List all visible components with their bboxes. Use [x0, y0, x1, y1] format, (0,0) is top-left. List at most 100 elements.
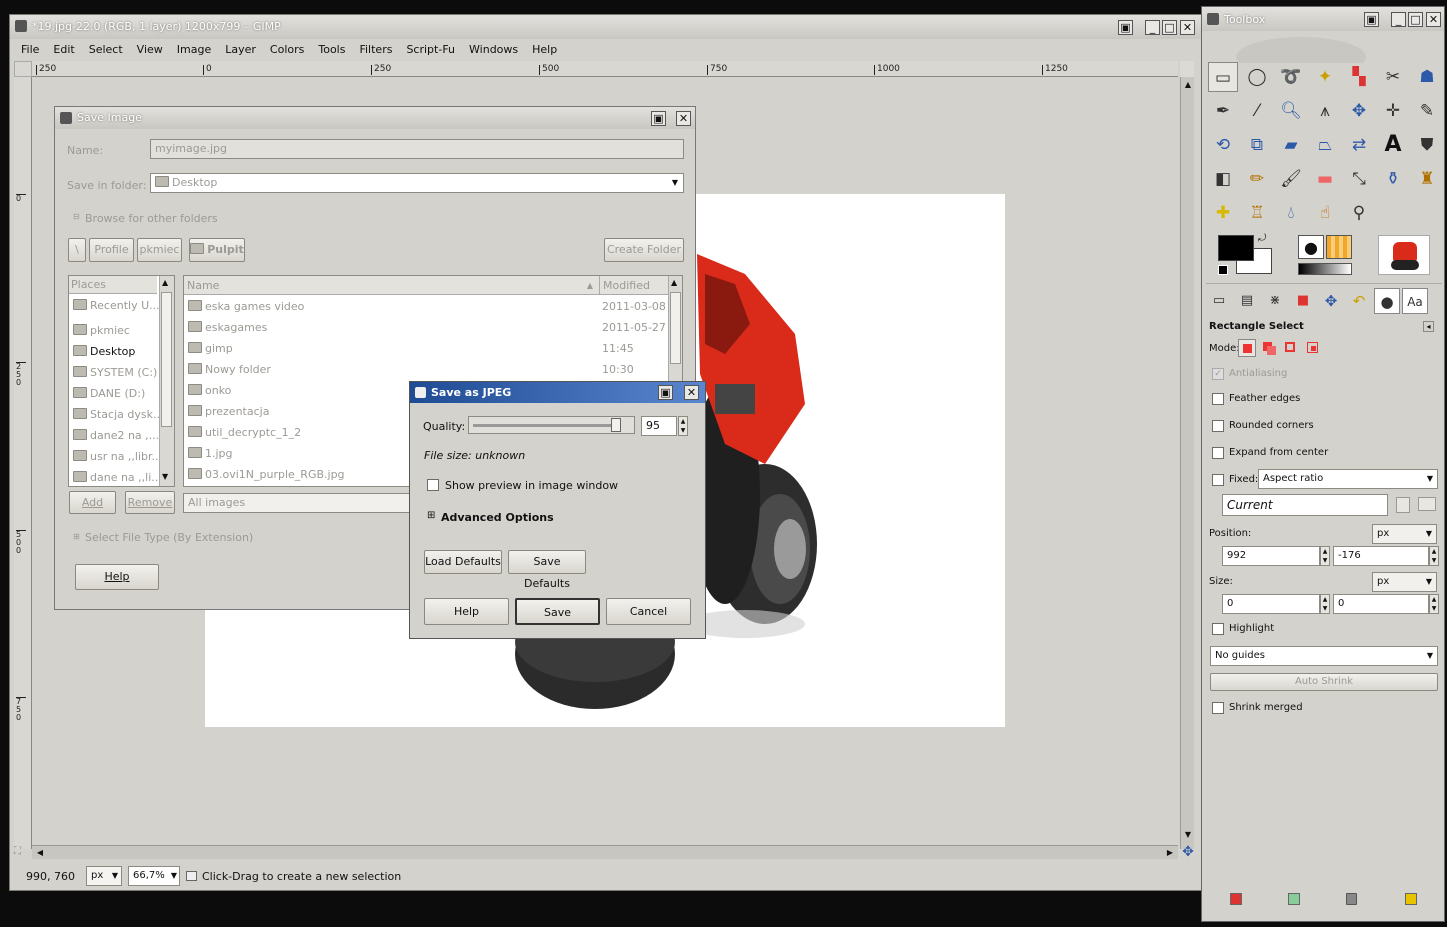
zoom-toggle-icon[interactable]: ⛶ [14, 845, 30, 859]
position-y-input[interactable]: -176 [1333, 546, 1429, 566]
scroll-left-icon[interactable]: ◀ [34, 846, 46, 859]
paintbrush-icon[interactable]: 🖌︎ [1276, 164, 1306, 194]
tool-options-tab[interactable]: ▭ [1206, 288, 1232, 314]
wilber-banner[interactable] [1206, 33, 1442, 63]
ink-icon[interactable]: ⚱ [1378, 164, 1408, 194]
position-x-input[interactable]: 992 [1222, 546, 1320, 566]
align-icon[interactable]: ✛ [1378, 96, 1408, 126]
maximize-button[interactable]: □ [1162, 20, 1177, 35]
ellipse-select-tool[interactable]: ◯ [1242, 62, 1272, 92]
menu-edit[interactable]: Edit [46, 40, 81, 60]
dodge-burn-icon[interactable]: ⚲ [1344, 198, 1374, 228]
close-button[interactable]: ✕ [684, 385, 699, 400]
fixed-mode-select[interactable]: Aspect ratio ▼ [1258, 469, 1438, 489]
cancel-op-icon[interactable] [186, 871, 197, 881]
reset-options-icon[interactable] [1405, 893, 1417, 905]
rotate-icon[interactable]: ⟲ [1208, 130, 1238, 160]
highlight-label[interactable]: Highlight [1229, 623, 1274, 634]
menu-filters[interactable]: Filters [352, 40, 399, 60]
close-button[interactable]: ✕ [676, 111, 691, 126]
save-defaults-button[interactable]: Save Defaults [508, 550, 586, 590]
quality-spin-buttons[interactable]: ▲ ▼ [678, 416, 688, 436]
add-place-button[interactable]: Add [69, 491, 116, 514]
path-root-button[interactable]: \ [68, 238, 86, 262]
file-type-expander[interactable]: Select File Type (By Extension) [85, 531, 253, 544]
flip-icon[interactable]: ⇄ [1344, 130, 1374, 160]
save-options-icon[interactable] [1230, 893, 1242, 905]
shrink-merged-label[interactable]: Shrink merged [1229, 702, 1303, 713]
eraser-icon[interactable]: ▬ [1310, 164, 1340, 194]
zoom-icon[interactable]: 🔍︎ [1276, 96, 1306, 126]
folder-select[interactable]: Desktop ▼ [150, 173, 684, 193]
jpeg-save-button[interactable]: Save [515, 598, 600, 625]
save-image-titlebar[interactable]: Save Image ▣ ✕ [55, 107, 695, 129]
configure-tab-icon[interactable]: ◂ [1423, 321, 1434, 332]
highlight-checkbox[interactable] [1212, 623, 1224, 635]
place-item[interactable]: Desktop [69, 341, 159, 362]
mode-intersect-icon[interactable] [1304, 339, 1322, 357]
horizontal-ruler[interactable]: 250 0 250 500 750 1000 1250 [32, 61, 1178, 77]
menu-image[interactable]: Image [170, 40, 218, 60]
file-row[interactable]: Nowy folder 10:30 [184, 359, 668, 380]
rounded-corners-checkbox[interactable] [1212, 420, 1224, 432]
scroll-thumb[interactable] [161, 292, 172, 427]
brush-swatch[interactable]: ● [1298, 235, 1324, 259]
scroll-thumb[interactable] [670, 292, 681, 364]
guides-select[interactable]: No guides ▼ [1210, 646, 1438, 666]
name-column-header[interactable]: Name ▲ [184, 276, 600, 295]
quality-slider-handle[interactable] [611, 418, 621, 432]
show-preview-checkbox[interactable] [427, 479, 439, 491]
vertical-ruler[interactable]: 0 250 500 750 [14, 77, 32, 849]
shrink-merged-checkbox[interactable] [1212, 702, 1224, 714]
image-window-titlebar[interactable]: *19.jpg-22.0 (RGB, 1 layer) 1200x799 – G… [10, 15, 1201, 39]
landscape-icon[interactable] [1418, 497, 1436, 511]
menu-windows[interactable]: Windows [462, 40, 525, 60]
portrait-icon[interactable] [1396, 497, 1410, 513]
menu-tools[interactable]: Tools [311, 40, 352, 60]
delete-options-icon[interactable] [1346, 893, 1357, 905]
crop-icon[interactable]: ✎ [1412, 96, 1442, 126]
place-item[interactable]: dane2 na ,... [69, 425, 159, 446]
quality-spinbox[interactable]: 95 [641, 416, 677, 436]
layers-tab[interactable]: ▤ [1234, 288, 1260, 314]
fuzzy-select-icon[interactable]: ✦ [1310, 62, 1340, 92]
expand-center-label[interactable]: Expand from center [1229, 447, 1328, 458]
measure-icon[interactable]: ⩚ [1310, 96, 1340, 126]
place-item[interactable]: SYSTEM (C:) [69, 362, 159, 383]
paths-tab[interactable]: ⋇ [1262, 288, 1288, 314]
jpeg-cancel-button[interactable]: Cancel [606, 598, 691, 625]
place-item[interactable]: Recently U... [69, 295, 159, 316]
place-item[interactable]: usr na ,,libr... [69, 446, 159, 467]
move-icon[interactable]: ✥ [1344, 96, 1374, 126]
maximize-button[interactable]: □ [1408, 12, 1423, 27]
perspective-icon[interactable]: ⏢ [1310, 130, 1340, 160]
path-pulpit-button[interactable]: Pulpit [189, 238, 245, 262]
scroll-up-icon[interactable]: ▲ [162, 278, 168, 287]
jpeg-help-button[interactable]: Help [424, 598, 509, 625]
foreground-select-icon[interactable]: ☗ [1412, 62, 1442, 92]
places-scrollbar[interactable]: ▲ ▼ [159, 276, 174, 486]
path-pkmiec-button[interactable]: pkmiec [137, 238, 182, 262]
scroll-down-icon[interactable]: ▼ [162, 472, 168, 481]
load-defaults-button[interactable]: Load Defaults [424, 550, 502, 574]
perspective-clone-icon[interactable]: ♖ [1242, 198, 1272, 228]
horizontal-scrollbar[interactable]: ◀ ▶ [32, 845, 1178, 859]
pin-icon[interactable]: ▣ [1118, 20, 1133, 35]
scissors-icon[interactable]: ✂ [1378, 62, 1408, 92]
places-header[interactable]: Places [69, 276, 157, 294]
rounded-corners-label[interactable]: Rounded corners [1229, 420, 1314, 431]
mode-subtract-icon[interactable] [1282, 339, 1300, 357]
fonts-tab[interactable]: Aa [1402, 288, 1428, 314]
menu-view[interactable]: View [130, 40, 170, 60]
foreground-color-swatch[interactable] [1218, 235, 1254, 261]
heal-icon[interactable]: ✚ [1208, 198, 1238, 228]
smudge-icon[interactable]: ☝ [1310, 198, 1340, 228]
aspect-current-input[interactable]: Current [1222, 494, 1388, 516]
unit-select[interactable]: px ▼ [86, 866, 122, 886]
position-unit-select[interactable]: px ▼ [1372, 524, 1437, 544]
quick-mask-toggle[interactable] [1180, 61, 1194, 77]
size-unit-select[interactable]: px ▼ [1372, 572, 1437, 592]
save-jpeg-titlebar[interactable]: Save as JPEG ▣ ✕ [410, 382, 705, 403]
blur-icon[interactable]: 💧︎ [1276, 198, 1306, 228]
name-input[interactable]: myimage.jpg [150, 139, 684, 159]
